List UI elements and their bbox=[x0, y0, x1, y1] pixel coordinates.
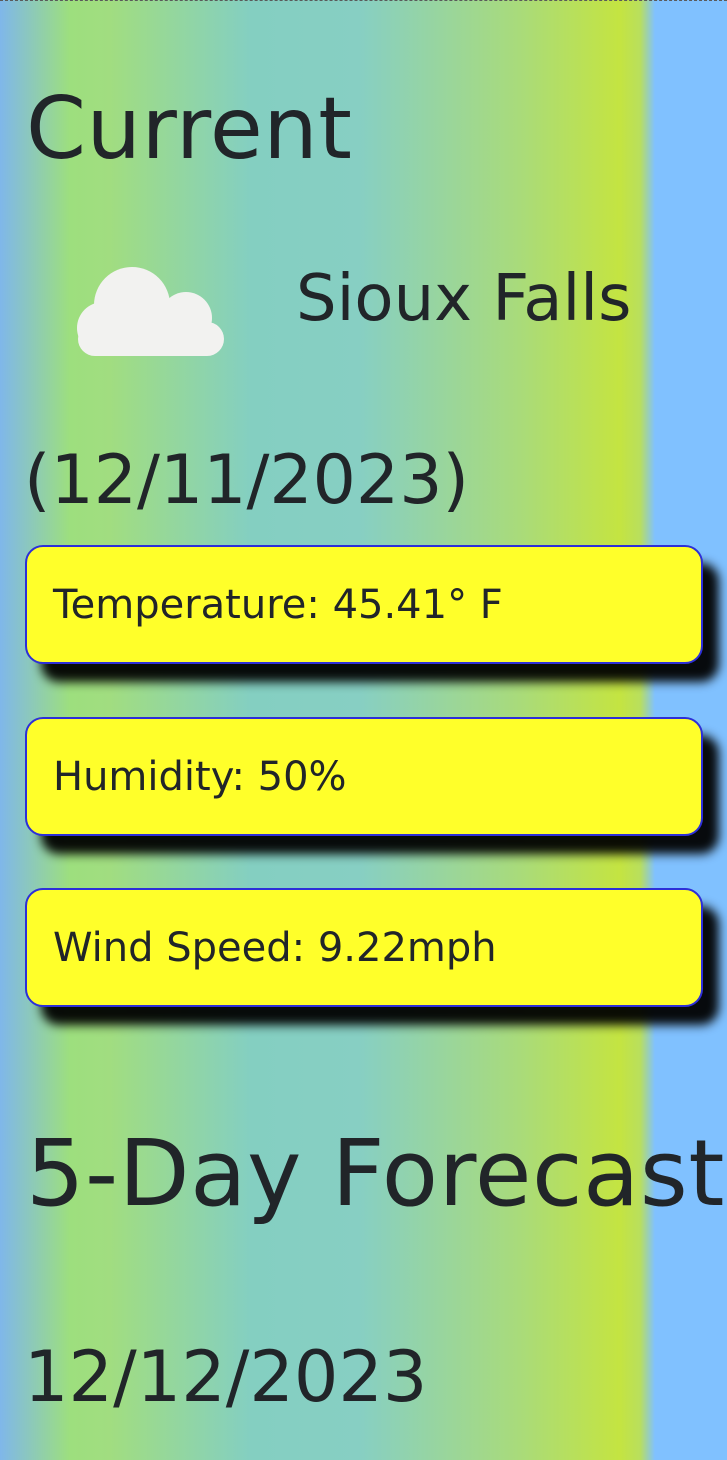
cloud-icon bbox=[77, 267, 224, 356]
temperature-value: Temperature: 45.41° F bbox=[53, 581, 503, 628]
top-divider bbox=[0, 0, 727, 2]
wind-speed-value: Wind Speed: 9.22mph bbox=[53, 924, 497, 971]
humidity-card: Humidity: 50% bbox=[25, 717, 703, 836]
city-name: Sioux Falls bbox=[296, 262, 632, 336]
wind-speed-card: Wind Speed: 9.22mph bbox=[25, 888, 703, 1007]
temperature-card: Temperature: 45.41° F bbox=[25, 545, 703, 664]
forecast-day-date: 12/12/2023 bbox=[24, 1336, 428, 1418]
current-weather-heading: Current bbox=[26, 79, 353, 179]
forecast-heading: 5-Day Forecast bbox=[26, 1120, 725, 1227]
humidity-value: Humidity: 50% bbox=[53, 753, 347, 800]
current-date: (12/11/2023) bbox=[24, 441, 469, 520]
